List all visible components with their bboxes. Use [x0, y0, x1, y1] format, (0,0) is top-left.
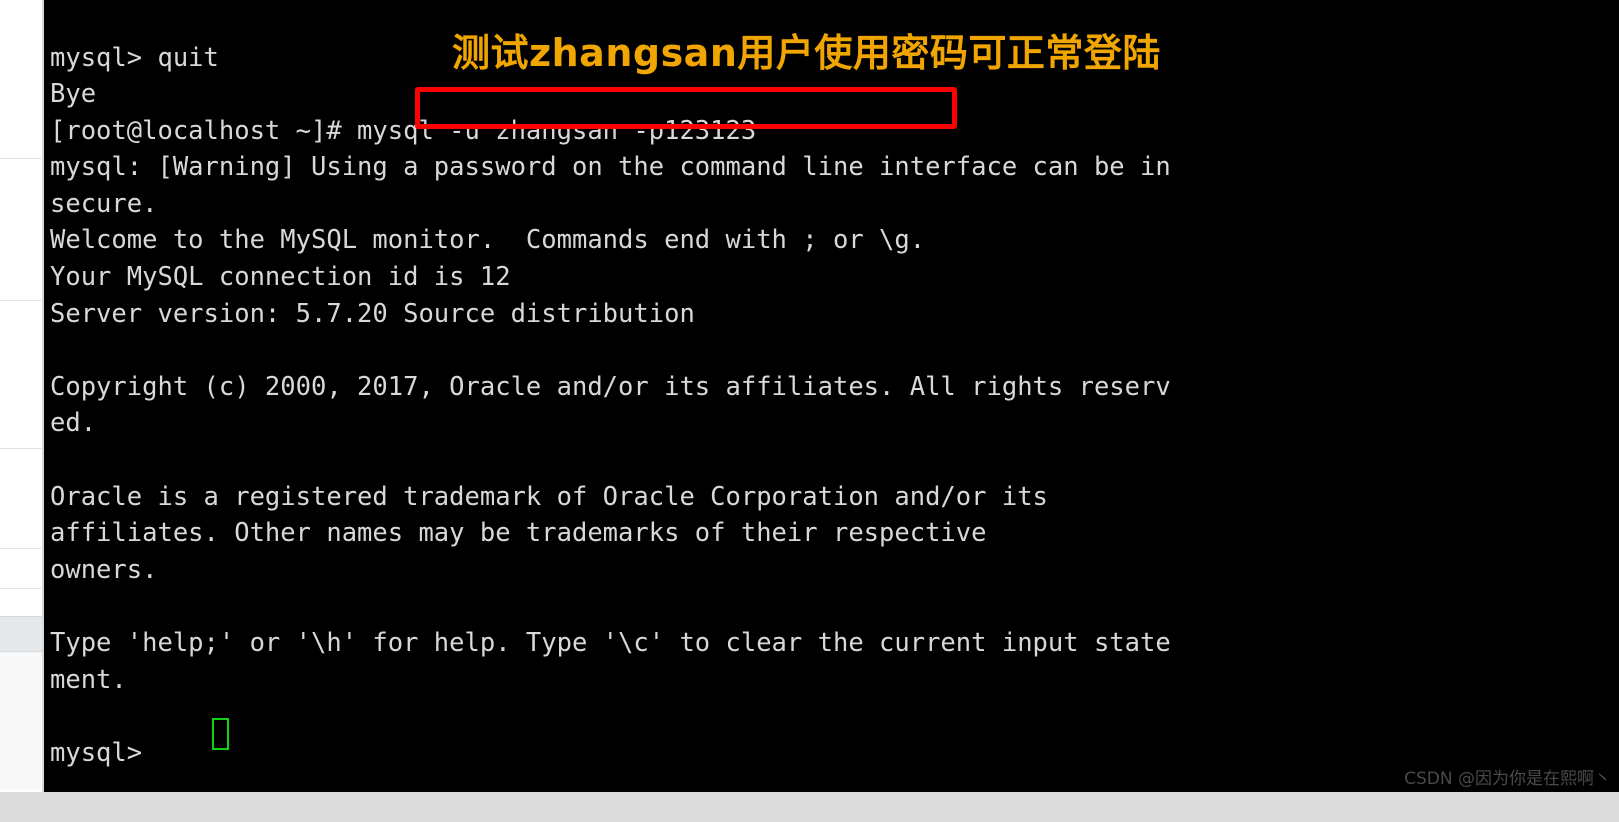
strip-divider: [0, 158, 44, 159]
terminal-line: Oracle is a registered trademark of Orac…: [50, 481, 1048, 512]
terminal-line: Your MySQL connection id is 12: [50, 262, 511, 293]
strip-block: [0, 652, 44, 790]
screenshot-root: mysql> quit Bye [root@localhost ~]# mysql …: [0, 0, 1619, 822]
terminal-line: [root@localhost ~]# mysql -u zhangsan -p…: [50, 115, 757, 146]
annotation-text: 测试zhangsan用户使用密码可正常登陆: [452, 31, 1161, 75]
strip-divider: [0, 448, 44, 449]
terminal-line: Welcome to the MySQL monitor. Commands e…: [50, 225, 926, 256]
terminal-line: Type 'help;' or '\h' for help. Type '\c'…: [50, 628, 1171, 658]
strip-row-selected[interactable]: [0, 616, 44, 652]
terminal-line: Bye: [50, 79, 97, 110]
terminal-line: mysql: [Warning] Using a password on the…: [50, 152, 1171, 183]
bottom-status-bar: [0, 792, 1619, 822]
terminal-line: secure.: [50, 188, 158, 219]
strip-divider: [0, 548, 44, 549]
csdn-watermark: CSDN @因为你是在熙啊丶: [1404, 769, 1611, 789]
terminal-line: ment.: [50, 664, 127, 695]
terminal-window[interactable]: mysql> quit Bye [root@localhost ~]# mysql …: [44, 0, 1619, 792]
terminal-output: mysql> quit Bye [root@localhost ~]# mysql …: [50, 40, 1171, 772]
terminal-line: affiliates. Other names may be trademark…: [50, 518, 987, 549]
terminal-line: ed.: [50, 408, 97, 439]
strip-divider: [0, 588, 44, 589]
terminal-cursor: [212, 718, 229, 750]
terminal-line: owners.: [50, 554, 158, 585]
strip-divider: [0, 300, 44, 301]
terminal-line: Copyright (c) 2000, 2017, Oracle and/or …: [50, 371, 1171, 402]
terminal-line: Server version: 5.7.20 Source distributi…: [50, 298, 695, 329]
left-sidebar-strip: [0, 0, 44, 792]
